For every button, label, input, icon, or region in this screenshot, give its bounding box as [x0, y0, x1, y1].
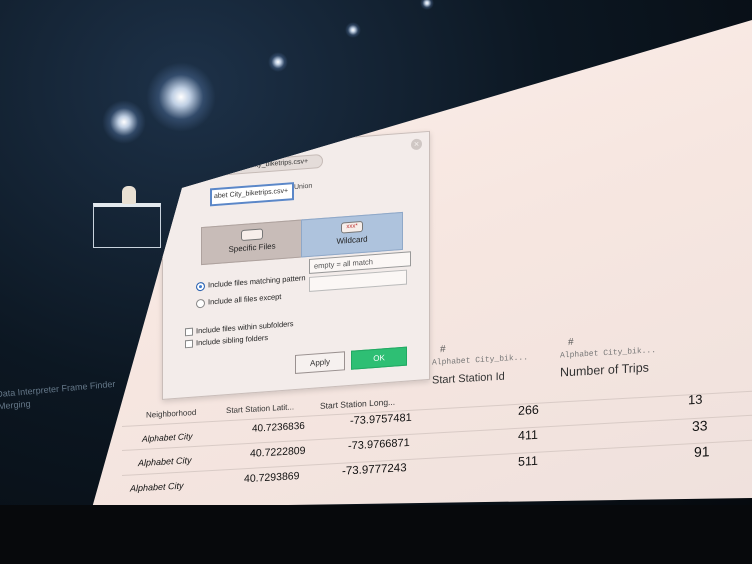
tab-wildcard-label: Wildcard — [336, 234, 368, 246]
column-header-number-of-trips[interactable]: Number of Trips — [560, 361, 649, 380]
close-icon[interactable]: × — [411, 138, 422, 151]
union-table-field[interactable]: abet City_biketrips.csv+ — [210, 182, 294, 207]
stage-light — [420, 0, 434, 10]
presenter-desk — [93, 203, 161, 248]
column-source-label: Alphabet City_bik... — [432, 353, 529, 368]
projection-screen: × Alphabet City_biketrips.csv+ abet City… — [92, 20, 752, 508]
stage-light — [268, 52, 288, 72]
wildcard-icon: xxx* — [341, 220, 363, 234]
column-header-start-long[interactable]: Start Station Long... — [320, 397, 395, 411]
cell-start-lat: 40.7293869 — [244, 470, 300, 486]
cell-neighborhood: Alphabet City — [138, 455, 192, 469]
column-header-neighborhood[interactable]: Neighborhood — [146, 408, 196, 420]
presenter-figure — [122, 186, 136, 204]
row-divider — [122, 390, 752, 427]
file-icon — [241, 228, 263, 242]
column-header-start-lat[interactable]: Start Station Latit... — [226, 402, 294, 415]
tab-specific-files[interactable]: Specific Files — [201, 219, 303, 266]
radio-include-matching-label: Include files matching pattern — [208, 273, 306, 290]
radio-selected-icon — [196, 281, 205, 291]
connection-pill[interactable]: Alphabet City_biketrips.csv+ — [213, 153, 323, 177]
cell-start-station-id: 266 — [518, 402, 539, 418]
cell-number-of-trips: 13 — [688, 391, 703, 408]
side-screen-text: Merging — [0, 398, 31, 412]
cell-neighborhood: Alphabet City — [130, 480, 184, 494]
radio-include-matching[interactable]: Include files matching pattern — [196, 273, 306, 291]
cell-start-lat: 40.7222809 — [250, 444, 306, 460]
stage-light — [345, 22, 361, 38]
radio-include-except[interactable]: Include all files except — [196, 292, 281, 308]
tab-wildcard[interactable]: xxx* Wildcard — [301, 211, 403, 258]
cell-number-of-trips: 91 — [694, 443, 710, 461]
cell-start-long: -73.9766871 — [348, 436, 410, 453]
pattern-input-secondary[interactable] — [309, 269, 407, 292]
cell-number-of-trips: 33 — [692, 417, 708, 435]
union-label: Union — [294, 182, 313, 192]
radio-unselected-icon — [196, 298, 205, 308]
tab-specific-files-label: Specific Files — [228, 241, 276, 255]
column-header-start-station-id[interactable]: Start Station Id — [432, 371, 505, 387]
cell-start-station-id: 411 — [518, 427, 538, 443]
side-screen-text: Data Interpreter Frame Finder — [0, 378, 116, 400]
cell-start-lat: 40.7236836 — [252, 420, 305, 435]
number-type-icon: # — [568, 336, 574, 349]
cell-start-station-id: 511 — [518, 453, 538, 469]
cell-start-long: -73.9777243 — [342, 462, 407, 478]
radio-include-except-label: Include all files except — [208, 292, 282, 307]
number-type-icon: # — [440, 343, 446, 356]
cell-neighborhood: Alphabet City — [142, 431, 193, 444]
stage-light — [102, 100, 146, 144]
column-source-label: Alphabet City_bik... — [560, 346, 657, 361]
cell-start-long: -73.9757481 — [350, 411, 412, 428]
data-preview-table: # Alphabet City_bik... # Alphabet City_b… — [122, 285, 752, 508]
stage-floor — [0, 505, 752, 564]
stage-light — [146, 62, 216, 132]
